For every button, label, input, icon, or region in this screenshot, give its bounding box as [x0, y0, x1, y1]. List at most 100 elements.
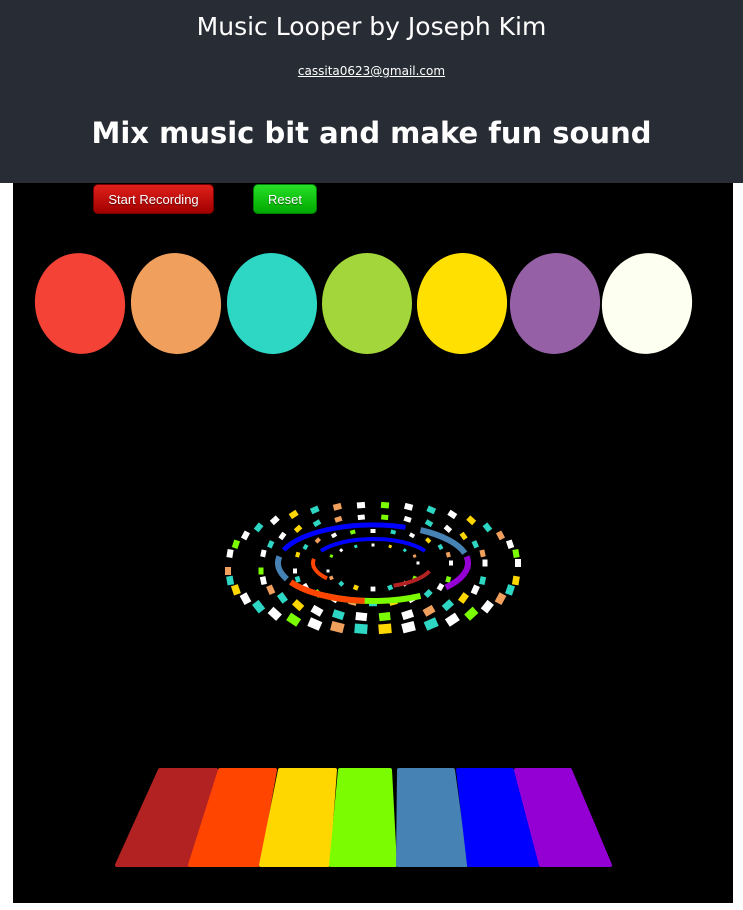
visualizer-bit	[511, 575, 520, 586]
visualizer-bit	[334, 515, 343, 523]
sound-pad-teal[interactable]	[223, 249, 321, 358]
email-link[interactable]: cassita0623@gmail.com	[0, 64, 743, 78]
visualizer-bit	[470, 584, 480, 595]
visualizer-bit	[479, 549, 486, 558]
visualizer-bit	[390, 529, 397, 535]
visualizer-bit	[269, 515, 280, 526]
visualizer-bit	[357, 514, 366, 521]
audio-visualizer	[225, 501, 521, 635]
visualizer-bit	[276, 592, 288, 604]
start-recording-button[interactable]: Start Recording	[93, 184, 214, 214]
visualizer-bit	[378, 612, 391, 622]
visualizer-bit	[403, 515, 412, 523]
visualizer-bit	[482, 522, 493, 533]
visualizer-bit	[464, 606, 479, 621]
visualizer-bit	[302, 543, 309, 551]
sound-pad-lime[interactable]	[322, 253, 412, 354]
visualizer-bit	[416, 561, 420, 565]
visualizer-bit	[278, 531, 287, 541]
visualizer-bit	[423, 617, 439, 631]
visualizer-bit	[252, 599, 266, 614]
sound-pad-yellow[interactable]	[413, 249, 511, 358]
visualizer-bit	[423, 589, 433, 599]
page-header: Music Looper by Joseph Kim cassita0623@g…	[0, 0, 743, 183]
visualizer-bit	[288, 509, 299, 520]
visualizer-bit	[291, 599, 305, 612]
visualizer-bit	[329, 554, 334, 559]
piano-key-lawn-green[interactable]	[329, 768, 397, 867]
visualizer-bit	[443, 524, 453, 533]
visualizer-bit	[505, 539, 515, 549]
visualizer-bit	[266, 540, 275, 549]
visualizer-bit	[328, 575, 334, 581]
visualizer-bit	[401, 609, 415, 621]
visualizer-bit	[436, 582, 445, 592]
visualizer-bit	[356, 501, 366, 509]
visualizer-bit	[387, 584, 394, 591]
visualizer-bit	[267, 606, 282, 621]
visualizer-bit	[471, 540, 480, 549]
visualizer-bit	[402, 548, 407, 553]
visualizer-bit	[403, 502, 414, 511]
visualizer-bit	[457, 592, 470, 604]
visualizer-bit	[230, 584, 241, 596]
visualizer-bit	[426, 505, 437, 515]
visualizer-bit	[380, 514, 389, 521]
visualizer-bit	[424, 519, 434, 528]
visualizer-bit	[266, 584, 276, 595]
visualizer-bit	[226, 575, 235, 586]
visualizer-bit	[295, 551, 301, 558]
visualizer-bit	[354, 623, 368, 635]
visualizer-bit	[353, 544, 358, 549]
visualizer-arc	[393, 569, 431, 588]
page-title: Music Looper by Joseph Kim	[196, 12, 547, 41]
visualizer-bit	[331, 609, 345, 621]
visualizer-bit	[425, 537, 432, 544]
visualizer-bit	[447, 509, 458, 520]
visualizer-bit	[401, 621, 416, 634]
visualizer-bit	[339, 548, 344, 553]
visualizer-bit	[253, 522, 264, 533]
visualizer-bit	[412, 554, 417, 559]
visualizer-arc	[310, 557, 328, 581]
visualizer-bit	[355, 612, 368, 622]
visualizer-bit	[332, 502, 343, 511]
visualizer-bit	[286, 612, 302, 627]
visualizer-bit	[352, 584, 359, 591]
visualizer-bit	[480, 599, 494, 614]
visualizer-bit	[309, 505, 320, 515]
visualizer-bit	[349, 529, 356, 535]
sound-pad-ivory[interactable]	[595, 247, 699, 360]
visualizer-bit	[512, 549, 520, 558]
visualizer-bit	[466, 515, 477, 526]
visualizer-bit	[449, 560, 453, 566]
visualizer-bit	[380, 501, 390, 509]
visualizer-bit	[388, 544, 393, 549]
piano-key-steel-blue[interactable]	[396, 768, 468, 867]
visualizer-bit	[260, 549, 267, 558]
visualizer-bit	[293, 568, 297, 574]
visualizer-bit	[515, 559, 521, 567]
visualizer-bit	[312, 519, 322, 528]
sound-pad-orange[interactable]	[125, 248, 227, 359]
reset-button[interactable]: Reset	[253, 184, 317, 214]
visualizer-bit	[479, 576, 487, 585]
visualizer-bit	[310, 604, 324, 617]
visualizer-bit	[225, 567, 231, 575]
sound-pad-red[interactable]	[28, 247, 132, 360]
visualizer-bit	[441, 599, 455, 612]
visualizer-bit	[494, 592, 507, 606]
visualizer-bit	[259, 576, 267, 585]
visualizer-bit	[445, 551, 451, 558]
visualizer-bit	[231, 539, 241, 549]
visualizer-bit	[482, 559, 488, 567]
visualizer-bit	[330, 620, 345, 634]
visualizer-bit	[226, 549, 234, 558]
tagline-heading: Mix music bit and make fun sound	[91, 116, 652, 150]
visualizer-bit	[495, 530, 506, 541]
visualizer-bit	[307, 617, 323, 631]
visualizer-bit	[422, 604, 436, 617]
visualizer-bit	[239, 592, 252, 606]
sound-pad-purple[interactable]	[504, 248, 606, 359]
visualizer-bit	[293, 524, 303, 533]
